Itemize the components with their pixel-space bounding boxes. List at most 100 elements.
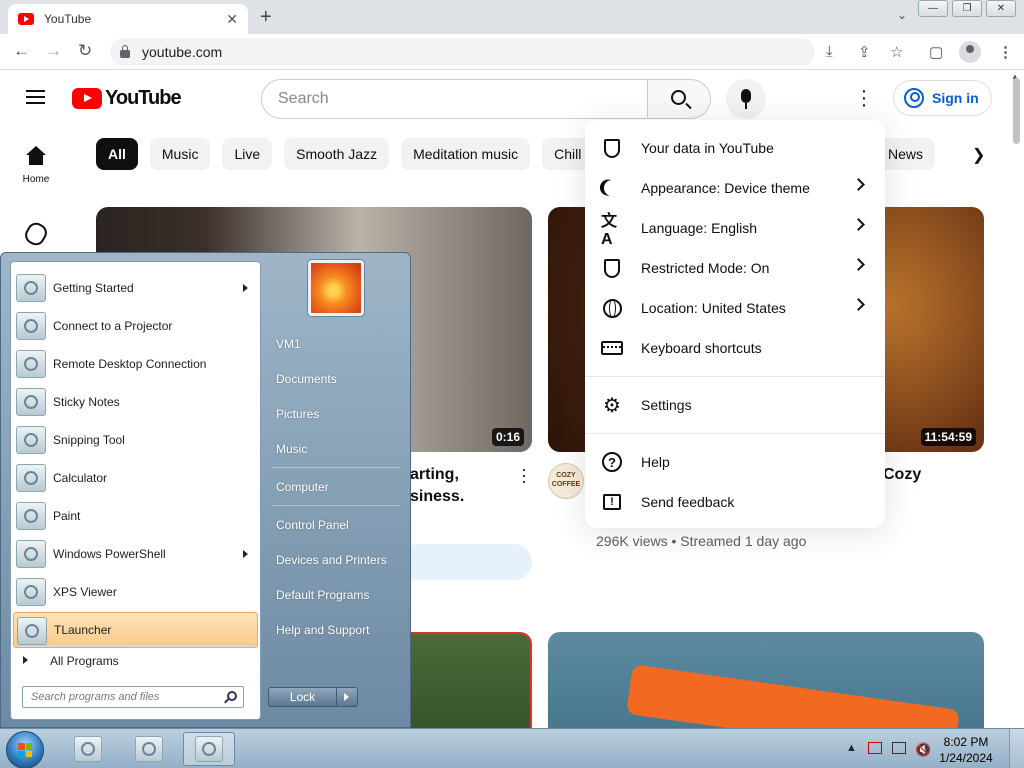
- taskbar-app-button[interactable]: [123, 732, 175, 766]
- program-snipping-tool[interactable]: Snipping Tool: [13, 422, 258, 458]
- program-sticky-notes[interactable]: Sticky Notes: [13, 384, 258, 420]
- start-link-pictures[interactable]: Pictures: [276, 407, 319, 421]
- browser-toolbar: ← → ↻ youtube.com ⤓ ⇪ ☆ ▢ ⋮: [0, 34, 1024, 70]
- search-button[interactable]: [647, 79, 711, 119]
- taskbar-app-button-active[interactable]: [183, 732, 235, 766]
- shutdown-options-arrow-icon[interactable]: [337, 688, 357, 706]
- program-paint[interactable]: Paint: [13, 498, 258, 534]
- program-xps-viewer[interactable]: XPS Viewer: [13, 574, 258, 610]
- system-clock[interactable]: 8:02 PM 1/24/2024: [936, 734, 996, 766]
- video-title[interactable]: Cozy: [883, 464, 921, 486]
- chip-music[interactable]: Music: [149, 138, 211, 170]
- volume-muted-icon[interactable]: 🔇: [915, 742, 931, 758]
- program-getting-started[interactable]: Getting Started: [13, 270, 258, 306]
- restore-button[interactable]: ❐: [952, 0, 982, 17]
- chevron-right-icon[interactable]: ❯: [972, 145, 985, 165]
- program-windows-powershell[interactable]: Windows PowerShell: [13, 536, 258, 572]
- gear-icon: ⚙: [603, 394, 621, 417]
- program-remote-desktop[interactable]: Remote Desktop Connection: [13, 346, 258, 382]
- side-panel-icon[interactable]: ▢: [929, 43, 943, 61]
- browser-titlebar: YouTube ✕ + ⌄ — ❐ ✕: [0, 0, 1024, 34]
- app-icon: [195, 736, 223, 762]
- taskbar-app-button[interactable]: [62, 732, 114, 766]
- new-tab-button[interactable]: +: [260, 6, 272, 29]
- menu-item-help[interactable]: ? Help: [585, 442, 885, 482]
- settings-kebab-icon[interactable]: · · ·: [857, 81, 871, 115]
- start-button[interactable]: [6, 731, 44, 768]
- start-link-devices-printers[interactable]: Devices and Printers: [276, 553, 387, 567]
- start-link-vm1[interactable]: VM1: [276, 337, 301, 351]
- guide-menu-icon[interactable]: [26, 90, 45, 104]
- tab-close-icon[interactable]: ✕: [226, 11, 238, 28]
- tray-overflow-icon[interactable]: ▲: [846, 742, 857, 754]
- search-input[interactable]: [278, 90, 647, 108]
- channel-avatar[interactable]: COZY COFFEE: [548, 463, 584, 499]
- lock-icon[interactable]: [120, 45, 130, 58]
- translate-icon: 文A: [601, 213, 618, 248]
- start-link-default-programs[interactable]: Default Programs: [276, 588, 369, 602]
- video-title[interactable]: arting, siness.: [410, 464, 464, 508]
- reload-button[interactable]: ↻: [78, 41, 92, 61]
- video-action-kebab-icon[interactable]: · · ·: [520, 460, 528, 490]
- divider: [272, 467, 400, 468]
- browser-tab-youtube[interactable]: YouTube ✕: [8, 4, 248, 34]
- page-scrollbar-thumb[interactable]: [1013, 78, 1020, 144]
- bookmark-star-icon[interactable]: ☆: [890, 43, 903, 61]
- share-icon[interactable]: ⇪: [858, 43, 871, 61]
- url-text[interactable]: youtube.com: [142, 44, 222, 60]
- start-link-music[interactable]: Music: [276, 442, 307, 456]
- voice-search-button[interactable]: [726, 79, 766, 119]
- program-icon: [16, 274, 46, 302]
- address-bar[interactable]: youtube.com: [110, 38, 815, 66]
- chip-all[interactable]: All: [96, 138, 138, 170]
- action-center-flag-icon[interactable]: [868, 742, 882, 754]
- show-desktop-button[interactable]: [1009, 729, 1024, 768]
- search-box[interactable]: [261, 79, 648, 119]
- sidebar-item-home[interactable]: Home: [10, 146, 62, 185]
- lock-button[interactable]: Lock: [268, 687, 358, 707]
- shorts-icon[interactable]: [21, 219, 51, 249]
- menu-item-your-data[interactable]: Your data in YouTube: [585, 128, 885, 168]
- network-icon[interactable]: [892, 742, 906, 754]
- menu-item-send-feedback[interactable]: ! Send feedback: [585, 482, 885, 522]
- all-programs-button[interactable]: All Programs: [19, 654, 119, 668]
- menu-item-settings[interactable]: ⚙ Settings: [585, 385, 885, 425]
- forward-button[interactable]: →: [45, 41, 62, 61]
- profile-avatar-icon[interactable]: [959, 41, 981, 63]
- moon-icon: [601, 177, 623, 199]
- program-tlauncher[interactable]: TLauncher: [13, 612, 258, 648]
- menu-item-location[interactable]: Location: United States: [585, 288, 885, 328]
- shield-person-icon: [601, 137, 623, 159]
- minimize-button[interactable]: —: [918, 0, 948, 17]
- close-window-button[interactable]: ✕: [986, 0, 1016, 17]
- back-button[interactable]: ←: [13, 41, 30, 61]
- menu-item-restricted-mode[interactable]: Restricted Mode: On: [585, 248, 885, 288]
- user-picture[interactable]: [308, 260, 364, 316]
- install-app-icon[interactable]: ⤓: [826, 43, 833, 60]
- sign-in-button[interactable]: Sign in: [893, 80, 992, 116]
- chip-smooth-jazz[interactable]: Smooth Jazz: [284, 138, 390, 170]
- menu-item-keyboard-shortcuts[interactable]: Keyboard shortcuts: [585, 328, 885, 368]
- menu-item-language[interactable]: 文A Language: English: [585, 208, 885, 248]
- chevron-right-icon: [852, 178, 865, 191]
- start-search-input[interactable]: [31, 691, 211, 703]
- menu-item-appearance[interactable]: Appearance: Device theme: [585, 168, 885, 208]
- chip-live[interactable]: Live: [222, 138, 273, 170]
- program-connect-projector[interactable]: Connect to a Projector: [13, 308, 258, 344]
- youtube-logo[interactable]: YouTube: [72, 87, 182, 110]
- restricted-shield-icon: [601, 257, 623, 279]
- youtube-play-icon: [72, 88, 102, 109]
- start-link-documents[interactable]: Documents: [276, 372, 337, 386]
- search-icon[interactable]: [227, 691, 237, 701]
- tab-search-icon[interactable]: ⌄: [897, 8, 907, 22]
- start-search-box[interactable]: [22, 686, 244, 708]
- chevron-right-icon: [852, 258, 865, 271]
- program-calculator[interactable]: Calculator: [13, 460, 258, 496]
- start-link-help-support[interactable]: Help and Support: [276, 623, 369, 637]
- chip-meditation-music[interactable]: Meditation music: [401, 138, 531, 170]
- browser-menu-icon[interactable]: ⋮: [998, 43, 1013, 61]
- video-meta: 296K views • Streamed 1 day ago: [596, 533, 807, 549]
- start-link-control-panel[interactable]: Control Panel: [276, 518, 349, 532]
- keyboard-icon: [601, 337, 623, 359]
- start-link-computer[interactable]: Computer: [276, 480, 329, 494]
